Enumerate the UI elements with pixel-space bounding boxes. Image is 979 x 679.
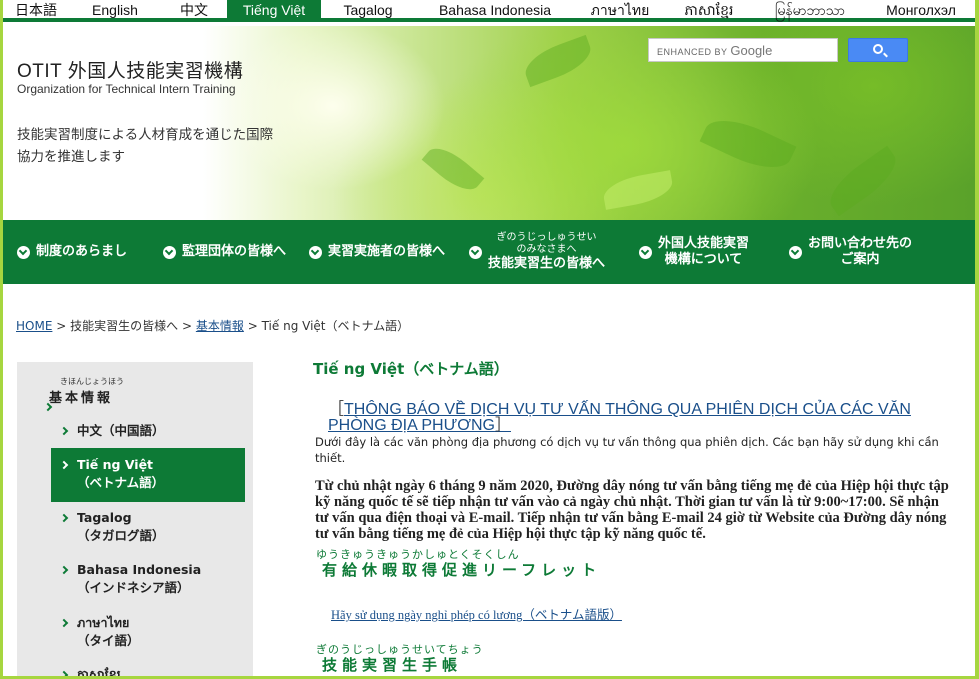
main-nav: 制度のあらまし 監理団体の皆様へ 実習実施者の皆様へ ぎのうじっしゅうせい のみ… xyxy=(3,220,975,284)
nav-implementing-orgs[interactable]: 実習実施者の皆様へ xyxy=(299,220,459,284)
language-bar: 日本語 English 中文 Tiếng Việt Tagalog Bahasa… xyxy=(3,0,975,22)
logo-subtitle: Organization for Technical Intern Traini… xyxy=(17,82,236,96)
search-input[interactable]: ENHANCED BY Google xyxy=(648,38,838,62)
handbook-heading: 技能実習生手帳 xyxy=(322,656,463,674)
sidebar-item-sublabel: （タガログ語） xyxy=(77,528,165,543)
nav-ruby: のみなさまへ xyxy=(516,244,577,255)
nav-trainees[interactable]: ぎのうじっしゅうせい のみなさまへ 技能実習生の皆様へ xyxy=(459,220,627,284)
lang-thai[interactable]: ภาษาไทย xyxy=(575,0,665,22)
sidebar-item-label: ភាសាខ្មែរ xyxy=(77,667,121,676)
sidebar-heading-furigana: きほんじょうほう xyxy=(60,377,124,386)
nav-about-otit[interactable]: 外国人技能実習 機構について xyxy=(627,220,777,284)
breadcrumb-separator: > xyxy=(247,319,258,333)
sidebar-item-sublabel: （ベトナム語） xyxy=(77,475,165,490)
chevron-right-icon xyxy=(59,565,69,575)
hotline-paragraph: Từ chủ nhật ngày 6 tháng 9 năm 2020, Đườ… xyxy=(315,478,949,542)
chevron-circle-icon xyxy=(163,245,176,259)
sidebar-item-label: 中文（中国語） xyxy=(77,423,165,438)
nav-label-line1: 外国人技能実習 xyxy=(658,236,750,251)
lang-mongolian[interactable]: Монголхэл xyxy=(867,0,975,22)
leave-leaflet-link[interactable]: Hãy sử dụng ngày nghỉ phép có lương（ベトナム… xyxy=(331,604,622,623)
nav-label: 監理団体の皆様へ xyxy=(182,244,287,259)
nav-ruby: ぎのうじっしゅうせい xyxy=(496,232,597,243)
search-icon xyxy=(873,44,883,54)
sidebar-heading-label: 基本情報 xyxy=(49,391,114,406)
nav-system-overview[interactable]: 制度のあらまし xyxy=(3,220,151,284)
notice-link-text[interactable]: THÔNG BÁO VỀ DỊCH VỤ TƯ VẤN THÔNG QUA PH… xyxy=(328,401,911,434)
breadcrumb-level3-link[interactable]: 基本情報 xyxy=(196,319,244,333)
logo-title[interactable]: OTIT 外国人技能実習機構 xyxy=(17,56,243,83)
sidebar-item-label: ภาษาไทย xyxy=(77,615,130,630)
leave-heading: 有給休暇取得促進リーフレット xyxy=(322,561,602,579)
lang-japanese[interactable]: 日本語 xyxy=(3,0,69,22)
leaf-decoration xyxy=(699,108,797,180)
breadcrumb-home-link[interactable]: HOME xyxy=(16,319,52,333)
lang-tagalog[interactable]: Tagalog xyxy=(321,0,415,22)
chevron-right-icon xyxy=(59,426,69,436)
nav-label: 外国人技能実習 機構について xyxy=(658,236,749,268)
chevron-right-icon xyxy=(59,513,69,523)
sidebar-item-sublabel: （タイ語） xyxy=(77,633,140,648)
sidebar-item-label: Bahasa Indonesia xyxy=(77,562,202,577)
chevron-right-icon xyxy=(59,618,69,628)
lang-khmer[interactable]: ភាសាខ្មែរ xyxy=(665,0,753,22)
sidebar-item-indonesian[interactable]: Bahasa Indonesia （インドネシア語） xyxy=(51,561,245,597)
search-button[interactable] xyxy=(848,38,908,62)
sidebar-item-vietnamese[interactable]: Tiế ng Việt （ベトナム語） xyxy=(51,448,245,502)
breadcrumb-separator: > xyxy=(56,319,67,333)
breadcrumb: HOME > 技能実習生の皆様へ > 基本情報 > Tiế ng Việt（ベト… xyxy=(16,317,409,334)
nav-supervising-orgs[interactable]: 監理団体の皆様へ xyxy=(151,220,299,284)
breadcrumb-separator: > xyxy=(181,319,193,333)
breadcrumb-current: Tiế ng Việt（ベトナム語） xyxy=(261,319,410,333)
sidebar-item-tagalog[interactable]: Tagalog （タガログ語） xyxy=(51,509,245,545)
page-title: Tiế ng Việt（ベトナム語） xyxy=(313,360,509,378)
notice-link[interactable]: ［THÔNG BÁO VỀ DỊCH VỤ TƯ VẤN THÔNG QUA P… xyxy=(328,402,938,434)
sidebar-item-sublabel: （インドネシア語） xyxy=(77,580,190,595)
nav-label-line1: お問い合わせ先の xyxy=(808,236,913,251)
search-placeholder: ENHANCED BY Google xyxy=(657,43,773,58)
chevron-circle-icon xyxy=(309,245,322,259)
nav-label-main: 技能実習生の皆様へ xyxy=(488,256,606,271)
sidebar-heading[interactable]: きほんじょうほう 基本情報 xyxy=(43,376,124,412)
site-header: OTIT 外国人技能実習機構 Organization for Technica… xyxy=(3,26,975,220)
nav-label: 制度のあらまし xyxy=(36,244,128,259)
chevron-circle-icon xyxy=(639,245,652,259)
sidebar: きほんじょうほう 基本情報 中文（中国語） Tiế ng Việt （ベトナム語… xyxy=(17,362,253,676)
lang-english[interactable]: English xyxy=(69,0,161,22)
nav-contact[interactable]: お問い合わせ先の ご案内 xyxy=(777,220,975,284)
lang-myanmar[interactable]: မြန်မာဘာသာ xyxy=(753,0,867,22)
leaf-decoration xyxy=(601,170,675,210)
nav-label-line2: ご案内 xyxy=(840,252,880,267)
breadcrumb-level2: 技能実習生の皆様へ xyxy=(70,319,179,333)
leaf-decoration xyxy=(421,139,485,199)
leaf-decoration xyxy=(821,145,905,217)
bracket-open: ［ xyxy=(328,401,345,418)
nav-label-line2: 機構について xyxy=(664,252,743,267)
leaf-decoration xyxy=(519,34,597,88)
chevron-circle-icon xyxy=(17,245,30,259)
chevron-right-icon xyxy=(59,460,69,470)
chevron-circle-icon xyxy=(789,245,802,259)
page-frame: 日本語 English 中文 Tiếng Việt Tagalog Bahasa… xyxy=(3,0,975,676)
nav-label: 実習実施者の皆様へ xyxy=(328,244,446,259)
interpretation-note: Dưới đây là các văn phòng địa phương có … xyxy=(315,435,939,465)
bracket-close: ］ xyxy=(494,417,511,434)
sidebar-item-khmer[interactable]: ភាសាខ្មែរ xyxy=(51,666,245,676)
tagline: 技能実習制度による人材育成を通じた国際協力を推進します xyxy=(17,127,274,165)
sidebar-item-thai[interactable]: ภาษาไทย （タイ語） xyxy=(51,614,245,650)
lang-indonesian[interactable]: Bahasa Indonesia xyxy=(415,0,575,22)
chevron-right-icon xyxy=(59,670,69,676)
sidebar-item-chinese[interactable]: 中文（中国語） xyxy=(51,422,245,440)
chevron-circle-icon xyxy=(469,245,482,259)
nav-label: お問い合わせ先の ご案内 xyxy=(808,236,912,268)
sidebar-item-label: Tagalog xyxy=(77,510,132,525)
lang-vietnamese[interactable]: Tiếng Việt xyxy=(227,0,321,22)
sidebar-item-label: Tiế ng Việt xyxy=(77,457,154,472)
nav-label: ぎのうじっしゅうせい のみなさまへ 技能実習生の皆様へ xyxy=(488,232,605,272)
lang-chinese[interactable]: 中文 xyxy=(161,0,227,22)
